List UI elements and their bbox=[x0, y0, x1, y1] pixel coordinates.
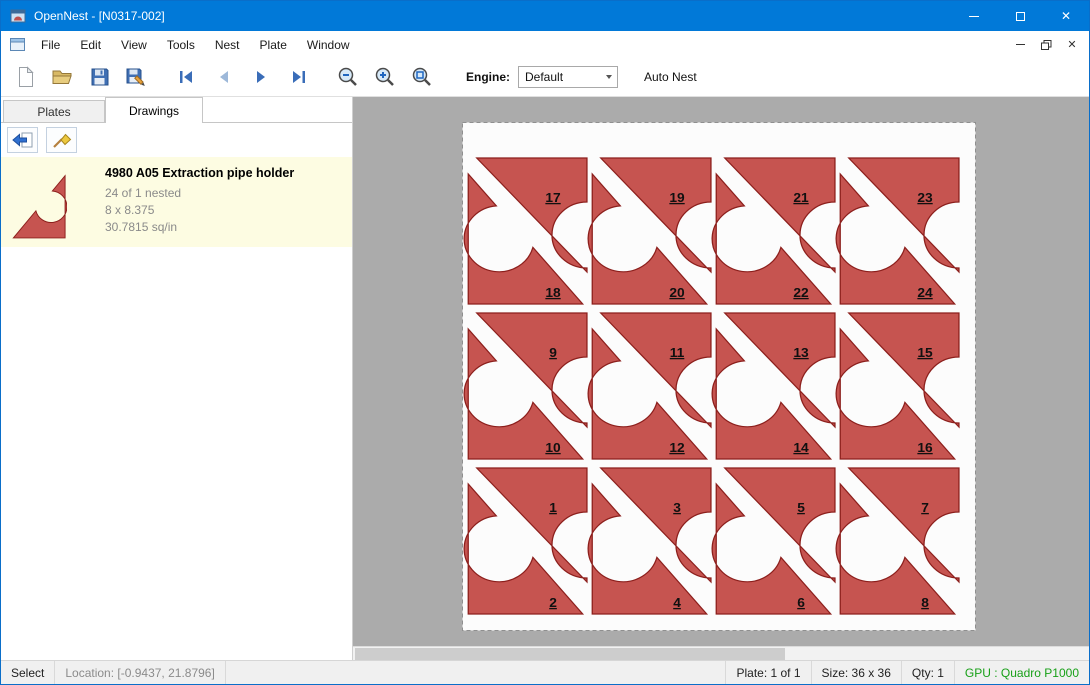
part-number-label: 16 bbox=[917, 440, 932, 455]
drawing-title: 4980 A05 Extraction pipe holder bbox=[105, 165, 294, 181]
engine-value: Default bbox=[525, 70, 563, 84]
previous-plate-button[interactable] bbox=[205, 61, 242, 93]
mdi-child-icon bbox=[10, 38, 25, 51]
import-icon bbox=[12, 132, 33, 148]
zoom-fit-button[interactable] bbox=[403, 61, 440, 93]
status-qty: Qty: 1 bbox=[902, 661, 954, 684]
part-number-label: 12 bbox=[669, 440, 684, 455]
part-number-label: 7 bbox=[921, 500, 929, 515]
main-toolbar: Engine: Default Auto Nest bbox=[1, 58, 1089, 97]
import-drawing-button[interactable] bbox=[7, 127, 38, 153]
mdi-restore-button[interactable] bbox=[1034, 35, 1058, 55]
part-number-label: 5 bbox=[797, 500, 805, 515]
auto-nest-button[interactable]: Auto Nest bbox=[644, 70, 697, 84]
plate-drawing[interactable]: 171819202122232491011121314151612345678 bbox=[462, 122, 976, 631]
status-size: Size: 36 x 36 bbox=[812, 661, 901, 684]
mdi-close-button[interactable]: ✕ bbox=[1060, 35, 1084, 55]
close-button[interactable]: ✕ bbox=[1043, 1, 1089, 31]
part-number-label: 4 bbox=[673, 595, 681, 610]
part-number-label: 2 bbox=[549, 595, 557, 610]
zoom-in-button[interactable] bbox=[366, 61, 403, 93]
part-number-label: 24 bbox=[917, 285, 933, 300]
titlebar: OpenNest - [N0317-002] ✕ bbox=[1, 1, 1089, 31]
drawing-list-item[interactable]: 4980 A05 Extraction pipe holder 24 of 1 … bbox=[1, 157, 352, 247]
engine-select[interactable]: Default bbox=[518, 66, 618, 88]
part-number-label: 22 bbox=[793, 285, 808, 300]
next-plate-button[interactable] bbox=[242, 61, 279, 93]
part-number-label: 3 bbox=[673, 500, 681, 515]
drawing-area: 30.7815 sq/in bbox=[105, 219, 294, 236]
window-title: OpenNest - [N0317-002] bbox=[34, 9, 165, 23]
statusbar-divider bbox=[225, 661, 226, 684]
drawing-dimensions: 8 x 8.375 bbox=[105, 202, 294, 219]
tab-drawings[interactable]: Drawings bbox=[105, 97, 203, 123]
menubar: File Edit View Tools Nest Plate Window ✕ bbox=[1, 31, 1089, 58]
menu-nest[interactable]: Nest bbox=[205, 33, 250, 57]
save-as-button[interactable] bbox=[118, 61, 155, 93]
zoom-in-icon bbox=[374, 66, 396, 88]
part-thumbnail bbox=[11, 167, 67, 239]
save-icon bbox=[90, 67, 110, 87]
save-as-icon bbox=[126, 67, 148, 88]
part-number-label: 17 bbox=[545, 190, 560, 205]
menu-tools[interactable]: Tools bbox=[157, 33, 205, 57]
part-number-label: 18 bbox=[545, 285, 561, 300]
plate: 171819202122232491011121314151612345678 bbox=[462, 122, 976, 636]
clean-button[interactable] bbox=[46, 127, 77, 153]
app-icon bbox=[10, 8, 26, 24]
panel-tabstrip: Plates Drawings bbox=[1, 97, 352, 123]
menu-edit[interactable]: Edit bbox=[70, 33, 111, 57]
zoom-out-icon bbox=[337, 66, 359, 88]
left-panel: Plates Drawings bbox=[1, 97, 353, 660]
part-number-label: 10 bbox=[545, 440, 560, 455]
nav-last-icon bbox=[290, 70, 306, 84]
part-number-label: 19 bbox=[669, 190, 684, 205]
last-plate-button[interactable] bbox=[279, 61, 316, 93]
tab-plates[interactable]: Plates bbox=[3, 100, 105, 122]
horizontal-scrollbar[interactable] bbox=[353, 646, 1089, 660]
maximize-button[interactable] bbox=[997, 1, 1043, 31]
nav-previous-icon bbox=[216, 70, 232, 84]
open-button[interactable] bbox=[44, 61, 81, 93]
statusbar: Select Location: [-0.9437, 21.8796] Plat… bbox=[1, 660, 1089, 684]
app-window: OpenNest - [N0317-002] ✕ File Edit View … bbox=[0, 0, 1090, 685]
nest-canvas[interactable]: 171819202122232491011121314151612345678 bbox=[353, 97, 1089, 660]
part-number-label: 20 bbox=[669, 285, 684, 300]
menu-view[interactable]: View bbox=[111, 33, 157, 57]
panel-toolbar bbox=[1, 123, 352, 157]
menu-window[interactable]: Window bbox=[297, 33, 360, 57]
chevron-down-icon bbox=[600, 75, 617, 79]
nav-first-icon bbox=[179, 70, 195, 84]
part-number-label: 8 bbox=[921, 595, 929, 610]
status-gpu: GPU : Quadro P1000 bbox=[955, 661, 1089, 684]
status-mode: Select bbox=[1, 661, 54, 684]
minimize-button[interactable] bbox=[951, 1, 997, 31]
mdi-minimize-button[interactable] bbox=[1008, 35, 1032, 55]
menu-file[interactable]: File bbox=[31, 33, 70, 57]
new-button[interactable] bbox=[7, 61, 44, 93]
status-plate: Plate: 1 of 1 bbox=[726, 661, 810, 684]
part-number-label: 14 bbox=[793, 440, 809, 455]
engine-label: Engine: bbox=[466, 70, 510, 84]
menu-plate[interactable]: Plate bbox=[250, 33, 297, 57]
part-number-label: 11 bbox=[670, 345, 685, 360]
new-file-icon bbox=[16, 66, 36, 88]
part-number-label: 6 bbox=[797, 595, 805, 610]
part-number-label: 9 bbox=[549, 345, 557, 360]
status-location: Location: [-0.9437, 21.8796] bbox=[55, 661, 224, 684]
zoom-out-button[interactable] bbox=[329, 61, 366, 93]
part-number-label: 21 bbox=[793, 190, 809, 205]
part-number-label: 23 bbox=[917, 190, 932, 205]
nav-next-icon bbox=[253, 70, 269, 84]
scrollbar-thumb[interactable] bbox=[355, 648, 785, 660]
zoom-fit-icon bbox=[411, 66, 433, 88]
drawing-nested-count: 24 of 1 nested bbox=[105, 185, 294, 202]
save-button[interactable] bbox=[81, 61, 118, 93]
first-plate-button[interactable] bbox=[168, 61, 205, 93]
part-number-label: 13 bbox=[793, 345, 808, 360]
open-folder-icon bbox=[51, 67, 75, 87]
part-number-label: 1 bbox=[549, 500, 557, 515]
broom-icon bbox=[52, 131, 72, 149]
part-number-label: 15 bbox=[917, 345, 933, 360]
